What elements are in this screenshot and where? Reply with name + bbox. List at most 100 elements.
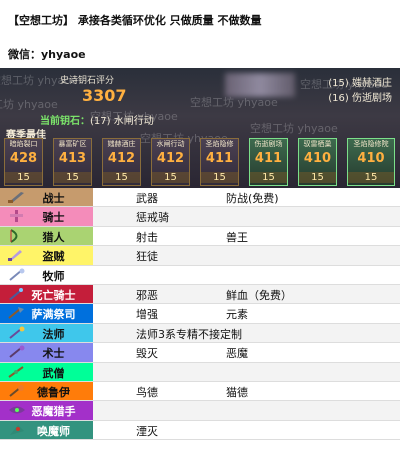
- dungeon-tile[interactable]: 暗焰裂口 428 15: [4, 138, 43, 186]
- dungeon-level: 15: [152, 172, 189, 183]
- dungeon-level: 15: [54, 172, 91, 183]
- current-keystone: 当前钥石：(17) 水闸行动: [40, 112, 154, 127]
- dungeon-name: 暗焰裂口: [9, 140, 38, 148]
- spec-secondary: 防战(免费): [226, 192, 279, 205]
- spec-primary: 鸟德: [136, 385, 158, 399]
- spec-primary: 法师3系专精不接定制: [136, 327, 242, 341]
- spec-primary: 增强: [136, 308, 158, 322]
- spec-primary: 邪恶: [136, 288, 158, 302]
- dungeon-tile[interactable]: 圣焰隐修 411 15: [200, 138, 239, 186]
- class-name: 德鲁伊: [37, 385, 70, 399]
- spec-secondary: 猫德: [226, 385, 248, 399]
- class-cell: 萨满祭司: [0, 304, 93, 323]
- class-row: 死亡骑士 邪恶 鲜血（免费）: [0, 284, 400, 305]
- ad-line-1: 【空想工坊】 承接各类循环优化 只做质量 不做数量: [8, 14, 262, 27]
- class-cell: 唤魔师: [0, 420, 93, 440]
- class-name: 萨满祭司: [31, 308, 76, 322]
- ad-line-2: 微信：yhyaoe: [8, 48, 86, 61]
- dungeon-score: 411: [254, 151, 283, 166]
- dungeon-score: 428: [9, 151, 38, 166]
- class-spec-table: 战士 武器 防战(免费) 骑士 惩戒骑 猎人 射击 兽王 盗贼 狂徒 牧师 死亡…: [0, 188, 400, 441]
- class-row: 牧师: [0, 265, 400, 285]
- class-row: 恶魔猎手: [0, 401, 400, 421]
- class-name: 武僧: [42, 366, 65, 380]
- dungeon-tile[interactable]: 伤逝剧场 411 15: [249, 138, 288, 186]
- class-row: 德鲁伊 鸟德 猫德: [0, 381, 400, 402]
- dungeon-score: 411: [205, 151, 234, 166]
- class-cell: 牧师: [0, 265, 93, 284]
- spec-secondary: 兽王: [226, 230, 248, 244]
- class-cell: 武僧: [0, 362, 93, 381]
- class-cell: 盗贼: [0, 246, 93, 265]
- class-name: 牧师: [42, 269, 65, 283]
- dungeon-name: 圣焰隐修: [205, 140, 234, 148]
- class-cell: 法师: [0, 323, 93, 343]
- score-label: 史诗钥石评分: [60, 76, 115, 86]
- spec-primary: 毁灭: [136, 347, 158, 361]
- dungeon-level: 15: [201, 172, 238, 183]
- class-cell: 骑士: [0, 207, 93, 226]
- dungeon-level: 15: [299, 172, 336, 183]
- class-row: 骑士 惩戒骑: [0, 207, 400, 227]
- dungeon-tile[interactable]: 媸赫酒庄 412 15: [102, 138, 141, 186]
- dungeon-level: 15: [250, 172, 287, 183]
- spec-primary: 武器: [136, 192, 158, 205]
- current-keystone-value: (17) 水闸行动: [90, 116, 154, 127]
- side-dungeon-item: (15) 媸赫酒庄: [328, 78, 392, 89]
- spec-secondary: 鲜血（免费）: [226, 288, 292, 302]
- class-row: 武僧: [0, 362, 400, 382]
- class-row: 唤魔师 湮灭: [0, 420, 400, 441]
- dungeon-level: 15: [348, 172, 394, 183]
- class-cell: 恶魔猎手: [0, 401, 93, 420]
- class-row: 法师 法师3系专精不接定制: [0, 323, 400, 344]
- spec-secondary: 恶魔: [226, 347, 248, 361]
- spec-primary: 湮灭: [136, 424, 158, 438]
- watermark: 空想工坊 yhyaoe: [0, 98, 58, 111]
- class-name: 骑士: [42, 211, 65, 225]
- class-cell: 死亡骑士: [0, 284, 93, 304]
- class-name: 恶魔猎手: [31, 405, 76, 419]
- dungeon-score: 410: [303, 151, 332, 166]
- class-name: 猎人: [42, 230, 65, 244]
- class-cell: 术士: [0, 343, 93, 362]
- class-row: 术士 毁灭 恶魔: [0, 343, 400, 363]
- side-dungeon-item: (16) 伤逝剧场: [328, 93, 392, 104]
- dungeon-level: 15: [5, 172, 42, 183]
- spec-primary: 惩戒骑: [136, 211, 169, 225]
- dungeon-tile[interactable]: 水闸行动 412 15: [151, 138, 190, 186]
- dungeon-score: 412: [156, 151, 185, 166]
- watermark: 空想工坊 yhyaoe: [250, 122, 338, 135]
- dungeon-tile[interactable]: 圣焰隐修院 410 15: [347, 138, 395, 186]
- dungeon-name: 伤逝剧场: [254, 140, 283, 148]
- blurred-player-name: [225, 73, 295, 97]
- class-row: 战士 武器 防战(免费): [0, 188, 400, 208]
- dungeon-level: 15: [103, 172, 140, 183]
- dungeon-name: 水闸行动: [156, 140, 185, 148]
- dungeon-name: 暴富矿区: [58, 140, 87, 148]
- dungeon-name: 圣焰隐修院: [353, 140, 389, 148]
- class-name: 死亡骑士: [31, 288, 76, 302]
- class-cell: 战士: [0, 188, 93, 207]
- dungeon-score: 410: [357, 151, 385, 166]
- class-row: 盗贼 狂徒: [0, 246, 400, 266]
- class-name: 盗贼: [42, 250, 65, 264]
- score-value: 3307: [82, 86, 127, 105]
- current-keystone-label: 当前钥石：: [40, 116, 90, 127]
- dungeon-score: 412: [107, 151, 136, 166]
- class-name: 唤魔师: [37, 424, 70, 438]
- spec-primary: 射击: [136, 230, 158, 244]
- dungeon-score: 413: [58, 151, 87, 166]
- spec-secondary: 元素: [226, 308, 248, 322]
- mythic-score-panel: 空想工坊 yhyaoe 空想工坊 yhyaoe 空想工坊 yhyaoe 空想工坊…: [0, 68, 400, 188]
- class-row: 萨满祭司 增强 元素: [0, 304, 400, 324]
- dungeon-tile[interactable]: 暴富矿区 413 15: [53, 138, 92, 186]
- class-cell: 猎人: [0, 226, 93, 246]
- class-name: 术士: [42, 347, 65, 361]
- spec-primary: 狂徒: [136, 250, 158, 264]
- class-name: 法师: [42, 327, 65, 341]
- dungeon-tile[interactable]: 驭雷栖巢 410 15: [298, 138, 337, 186]
- class-cell: 德鲁伊: [0, 381, 93, 401]
- class-name: 战士: [42, 192, 65, 205]
- dungeon-name: 媸赫酒庄: [107, 140, 136, 148]
- dungeon-name: 驭雷栖巢: [303, 140, 332, 148]
